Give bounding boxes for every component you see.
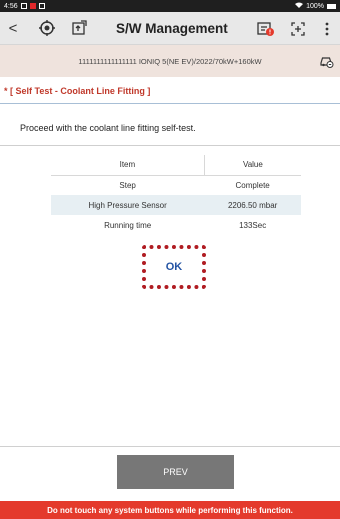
warning-banner: Do not touch any system buttons while pe… bbox=[0, 501, 340, 519]
ok-button-label: OK bbox=[165, 261, 183, 273]
results-table: Item Value Step Complete High Pressure S… bbox=[51, 155, 301, 235]
row-value: 2206.50 mbar bbox=[204, 195, 301, 215]
prev-button[interactable]: PREV bbox=[117, 455, 234, 489]
expand-icon bbox=[291, 21, 305, 36]
vehicle-info-bar: 1111111111111111 IONIQ 5(NE EV)/2022/70k… bbox=[0, 45, 340, 77]
app-notification-icon bbox=[29, 3, 36, 9]
connection-button[interactable] bbox=[282, 12, 314, 45]
ok-button[interactable]: OK bbox=[142, 245, 206, 289]
time: 4:56 bbox=[4, 2, 18, 10]
section-title: * [ Self Test - Coolant Line Fitting ] bbox=[4, 86, 151, 96]
vehicle-info-text: 1111111111111111 IONIQ 5(NE EV)/2022/70k… bbox=[78, 56, 262, 66]
update-button[interactable] bbox=[66, 12, 92, 45]
battery-icon bbox=[327, 3, 336, 9]
chevron-left-icon: < bbox=[8, 19, 18, 37]
row-item: High Pressure Sensor bbox=[51, 195, 205, 215]
table-row: High Pressure Sensor 2206.50 mbar bbox=[51, 195, 301, 215]
table-row: Step Complete bbox=[51, 175, 301, 195]
battery-percent: 100% bbox=[306, 2, 324, 10]
fault-codes-button[interactable] bbox=[250, 12, 282, 45]
gallery-icon bbox=[20, 3, 27, 9]
footer-divider bbox=[0, 446, 340, 447]
row-item: Step bbox=[119, 180, 136, 190]
dtc-warning-icon bbox=[257, 21, 274, 36]
row-value: Complete bbox=[235, 180, 270, 190]
notification-icon bbox=[38, 3, 45, 9]
table-header-row: Item Value bbox=[51, 155, 301, 176]
page-title: S/W Management bbox=[116, 20, 228, 36]
more-vertical-icon bbox=[325, 22, 329, 35]
diagnostics-icon bbox=[39, 20, 55, 36]
description-divider bbox=[0, 145, 340, 146]
column-header-value: Value bbox=[204, 155, 301, 176]
section-divider bbox=[0, 103, 340, 104]
table-row: Running time 133Sec bbox=[51, 215, 301, 235]
row-item: Running time bbox=[104, 220, 152, 230]
update-icon bbox=[72, 20, 87, 35]
description-text: Proceed with the coolant line fitting se… bbox=[20, 123, 196, 133]
more-menu-button[interactable] bbox=[314, 12, 340, 45]
wifi-icon bbox=[295, 2, 304, 10]
column-header-item: Item bbox=[51, 155, 205, 176]
row-value: 133Sec bbox=[239, 220, 267, 230]
app-header: < S/W Management bbox=[0, 12, 340, 45]
status-bar: 4:56 100% bbox=[0, 0, 340, 12]
back-button[interactable]: < bbox=[0, 12, 26, 45]
diagnostics-button[interactable] bbox=[34, 12, 60, 45]
vehicle-settings-icon[interactable] bbox=[320, 54, 334, 70]
